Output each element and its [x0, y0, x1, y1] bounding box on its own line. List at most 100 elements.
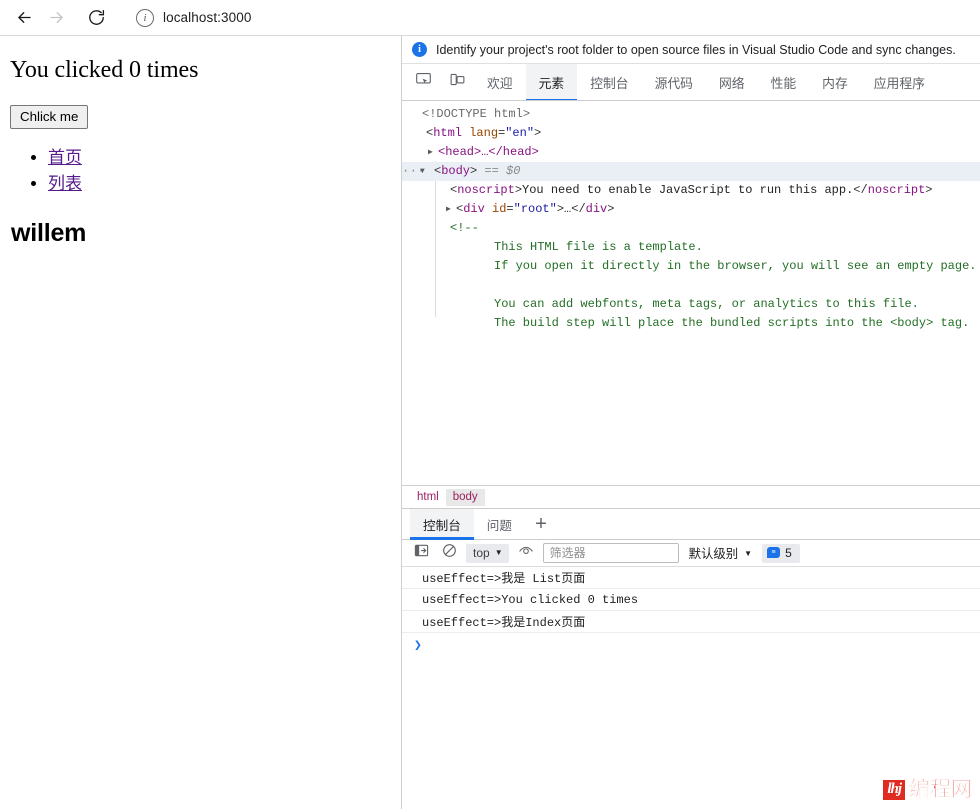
drawer-tab-console[interactable]: 控制台	[410, 509, 474, 540]
console-message-text: useEffect=>You clicked 0 times	[422, 592, 639, 607]
page-title: You clicked 0 times	[10, 57, 199, 83]
clear-console-icon	[442, 543, 457, 563]
nav-link-home[interactable]: 首页	[48, 148, 82, 167]
tree-node-comment-line: If you open it directly in the browser, …	[402, 257, 980, 276]
reload-button[interactable]	[80, 2, 112, 34]
comment-line-text	[494, 276, 501, 295]
tab-label: 控制台	[590, 75, 629, 91]
tree-node-noscript[interactable]: < noscript > You need to enable JavaScript …	[402, 181, 980, 200]
tree-node-head[interactable]: ▶ <head>…</head>	[402, 143, 980, 162]
address-bar-url: localhost:3000	[163, 10, 252, 25]
list-item: 列表	[48, 171, 393, 197]
tree-node-comment-line: The build step will place the bundled sc…	[402, 314, 980, 333]
tab-memory[interactable]: 内存	[809, 64, 861, 100]
tab-label: 网络	[718, 75, 745, 91]
tab-network[interactable]: 网络	[706, 64, 758, 100]
prompt-chevron-icon: ❯	[414, 637, 422, 653]
inspect-element-icon	[415, 71, 432, 93]
device-toolbar-button[interactable]	[440, 64, 474, 100]
context-label: top	[473, 545, 490, 560]
drawer-tab-label: 控制台	[423, 518, 461, 533]
address-bar[interactable]: i localhost:3000	[124, 3, 972, 32]
tab-label: 元素	[538, 75, 565, 91]
message-count: 5	[785, 545, 792, 560]
forward-button[interactable]	[40, 2, 72, 34]
drawer-tab-issues[interactable]: 问题	[474, 509, 525, 539]
nav-link-list[interactable]: 列表	[48, 174, 82, 193]
breadcrumb: html body	[402, 485, 980, 508]
tag-name: html	[433, 126, 463, 140]
breadcrumb-item-html[interactable]: html	[410, 489, 446, 506]
tab-label: 内存	[822, 75, 848, 91]
reload-icon	[87, 8, 106, 27]
plus-icon: +	[535, 512, 547, 535]
tag-name: div	[463, 202, 485, 216]
add-panel-button[interactable]: +	[525, 509, 557, 539]
tab-performance[interactable]: 性能	[758, 64, 810, 100]
comment-line-text: The build step will place the bundled sc…	[494, 316, 970, 330]
inspect-element-button[interactable]	[406, 64, 440, 100]
tab-label: 应用程序	[873, 75, 925, 91]
console-message-count-badge[interactable]: ≡ 5	[762, 543, 800, 563]
chevron-down-icon: ▼	[744, 548, 753, 558]
console-context-selector[interactable]: top ▼	[466, 543, 509, 563]
collapse-triangle-icon[interactable]: ▼	[420, 162, 434, 181]
drawer-tab-label: 问题	[486, 518, 512, 533]
console-message[interactable]: useEffect=>我是Index页面	[402, 611, 980, 633]
clear-console-button[interactable]	[438, 543, 460, 563]
live-expression-button[interactable]	[515, 543, 537, 563]
tab-application[interactable]: 应用程序	[861, 64, 938, 100]
console-message-list[interactable]: useEffect=>我是 List页面 useEffect=>You clic…	[402, 567, 980, 809]
doctype-text: <!DOCTYPE html>	[422, 107, 531, 121]
drawer-tab-bar: 控制台 问题 +	[402, 509, 980, 540]
console-message[interactable]: useEffect=>You clicked 0 times	[402, 589, 980, 611]
list-item: 首页	[48, 145, 393, 171]
devtools-panel: i Identify your project's root folder to…	[402, 36, 980, 809]
tree-node-body[interactable]: ··· ▼ < body > == $0	[402, 162, 980, 181]
tab-welcome[interactable]: 欢迎	[474, 64, 526, 100]
tree-node-div-root[interactable]: ▶ < div id = "root" >… </div >	[402, 200, 980, 219]
arrow-right-icon	[47, 8, 66, 27]
expand-triangle-icon[interactable]: ▶	[428, 143, 438, 162]
console-message[interactable]: useEffect=>我是 List页面	[402, 567, 980, 589]
attr-value: "en"	[505, 126, 535, 140]
comment-line-text: You can add webfonts, meta tags, or anal…	[494, 297, 919, 311]
breadcrumb-item-body[interactable]: body	[445, 488, 485, 506]
console-prompt[interactable]: ❯	[402, 633, 980, 657]
node-more-icon[interactable]: ···	[402, 162, 425, 181]
browser-toolbar: i localhost:3000	[0, 0, 980, 36]
rendered-page: You clicked 0 times Chlick me 首页 列表 will…	[0, 36, 402, 809]
infobar-message: Identify your project's root folder to o…	[436, 42, 956, 57]
live-expression-icon	[518, 543, 534, 564]
console-level-selector[interactable]: 默认级别 ▼	[685, 544, 756, 562]
tab-label: 欢迎	[487, 75, 513, 91]
expand-triangle-icon[interactable]: ▶	[446, 200, 456, 219]
tab-label: 源代码	[654, 75, 693, 91]
tree-node-doctype[interactable]: <!DOCTYPE html>	[402, 105, 980, 124]
back-button[interactable]	[8, 2, 40, 34]
tab-label: 性能	[770, 75, 797, 91]
watermark: lhj 编程网	[883, 778, 972, 801]
message-bubble-icon: ≡	[767, 547, 781, 558]
noscript-text: You need to enable JavaScript to run thi…	[522, 183, 854, 197]
attr-value: "root"	[513, 202, 557, 216]
site-info-icon[interactable]: i	[136, 8, 154, 27]
comment-open-text: <!--	[450, 221, 479, 235]
tab-elements[interactable]: 元素	[525, 64, 578, 100]
devtools-infobar: i Identify your project's root folder to…	[402, 36, 980, 64]
info-icon: i	[412, 42, 427, 57]
elements-tree[interactable]: <!DOCTYPE html> < html lang = "en" > ▶ <head>…	[402, 101, 980, 485]
tree-node-comment-open[interactable]: <!--	[402, 219, 980, 238]
tree-node-comment-line: You can add webfonts, meta tags, or anal…	[402, 295, 980, 314]
devtools-drawer: 控制台 问题 + top ▼ 筛选器 默认级别 ▼ ≡ 5 useEffect=…	[402, 508, 980, 809]
tab-sources[interactable]: 源代码	[642, 64, 706, 100]
tab-console[interactable]: 控制台	[577, 64, 641, 100]
console-filter-input[interactable]	[542, 543, 679, 563]
click-me-button[interactable]: Chlick me	[10, 105, 89, 129]
tree-node-html[interactable]: < html lang = "en" >	[402, 124, 980, 143]
tree-node-comment-line: This HTML file is a template.	[402, 238, 980, 257]
attr-name: lang	[469, 126, 499, 140]
console-sidebar-button[interactable]	[410, 543, 432, 563]
page-nav-list: 首页 列表	[48, 145, 393, 197]
page-subtitle: willem	[11, 219, 87, 247]
